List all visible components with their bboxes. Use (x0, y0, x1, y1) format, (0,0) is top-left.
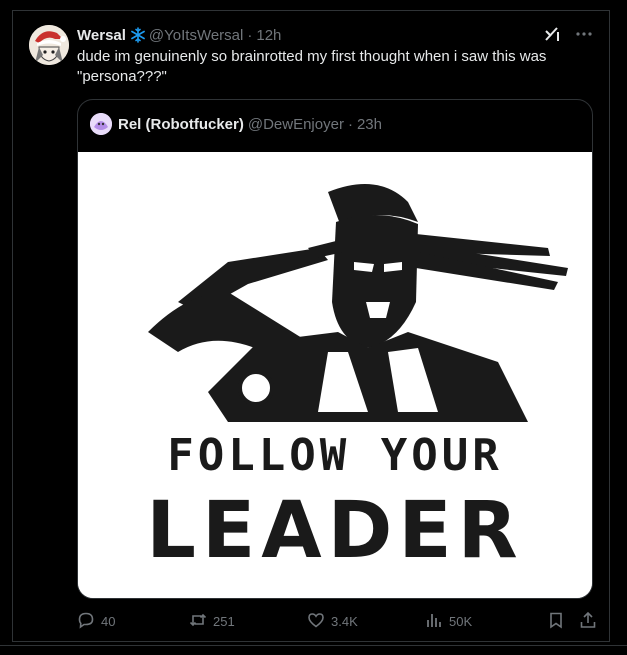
header-actions (543, 25, 593, 47)
quoted-image[interactable]: FOLLOW YOUR LEADER (78, 152, 592, 598)
separator: · (247, 26, 253, 44)
quoted-tweet[interactable]: Rel (Robotfucker) @DewEnjoyer · 23h FOLL… (77, 99, 593, 599)
more-icon[interactable] (575, 25, 593, 47)
image-text-line1: FOLLOW YOUR (167, 430, 502, 481)
quoted-author-name[interactable]: Rel (Robotfucker) (118, 116, 244, 133)
tweet-actions: 40 251 3.4K 50K (77, 609, 597, 633)
timestamp[interactable]: 12h (256, 27, 281, 44)
author-name[interactable]: Wersal (77, 27, 126, 44)
repost-count: 251 (213, 613, 235, 629)
repost-icon (189, 611, 207, 632)
like-icon (307, 611, 325, 632)
avatar[interactable] (29, 25, 69, 65)
author-handle[interactable]: @YoItsWersal (149, 27, 243, 44)
grok-icon[interactable] (543, 25, 561, 47)
tweet-text: dude im genuinenly so brainrotted my fir… (77, 48, 547, 85)
views-count: 50K (449, 613, 473, 629)
reply-icon (77, 611, 95, 632)
repost-button[interactable]: 251 (189, 611, 307, 632)
quoted-separator: · (347, 115, 353, 133)
views-icon (425, 611, 443, 632)
snowflake-icon (130, 27, 146, 43)
avatar-image (29, 25, 69, 65)
quoted-avatar[interactable] (90, 113, 112, 135)
bookmark-icon[interactable] (547, 611, 565, 632)
tweet-card[interactable]: Wersal @YoItsWersal · 12h dude im genuin… (12, 10, 610, 642)
tweet-header: Wersal @YoItsWersal · 12h (77, 25, 597, 45)
quoted-header: Rel (Robotfucker) @DewEnjoyer · 23h (90, 112, 382, 136)
reply-button[interactable]: 40 (77, 611, 189, 632)
like-count: 3.4K (331, 613, 358, 629)
image-text-line2: LEADER (146, 486, 523, 576)
like-button[interactable]: 3.4K (307, 611, 425, 632)
divider (0, 645, 627, 646)
quoted-author-handle[interactable]: @DewEnjoyer (248, 116, 344, 133)
quoted-timestamp[interactable]: 23h (357, 116, 382, 133)
reply-count: 40 (101, 613, 116, 629)
secondary-actions (547, 611, 597, 632)
views-button[interactable]: 50K (425, 611, 537, 632)
share-icon[interactable] (579, 611, 597, 632)
